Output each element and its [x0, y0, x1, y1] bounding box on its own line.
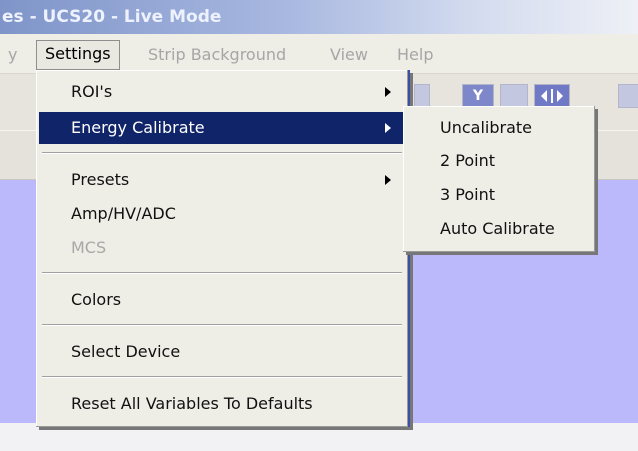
toolbar-button[interactable]	[414, 84, 430, 108]
menu-item-2-point[interactable]: 2 Point	[406, 145, 592, 177]
menu-item-amp-hv-adc[interactable]: Amp/HV/ADC	[39, 198, 405, 230]
menu-help[interactable]: Help	[397, 41, 433, 69]
menu-view[interactable]: View	[330, 41, 368, 69]
menu-item-label: MCS	[71, 238, 107, 257]
expand-arrows-icon	[541, 89, 563, 103]
menu-item-presets[interactable]: Presets	[39, 164, 405, 196]
menu-strip-background[interactable]: Strip Background	[148, 41, 286, 69]
menu-item-label: Colors	[71, 290, 122, 309]
settings-dropdown: ROI's Energy Calibrate Presets Amp/HV/AD…	[36, 70, 410, 427]
menu-item-label: Amp/HV/ADC	[71, 204, 176, 223]
toolbar-button-disabled[interactable]	[500, 84, 528, 108]
menu-item-mcs[interactable]: MCS	[39, 232, 405, 264]
menu-item-energy-calibrate[interactable]: Energy Calibrate	[39, 112, 405, 144]
menu-item-uncalibrate[interactable]: Uncalibrate	[406, 112, 592, 144]
window-title-bar: es - UCS20 - Live Mode	[0, 0, 638, 34]
toolbar-button-edge[interactable]	[618, 84, 638, 108]
menu-item-label: Reset All Variables To Defaults	[71, 394, 313, 413]
submenu-arrow-icon	[385, 123, 391, 133]
menu-item-label: Energy Calibrate	[71, 118, 205, 137]
menu-item-rois[interactable]: ROI's	[39, 76, 405, 108]
plot-bottom-strip	[0, 423, 638, 451]
energy-calibrate-submenu: Uncalibrate 2 Point 3 Point Auto Calibra…	[403, 106, 595, 252]
menu-item-3-point[interactable]: 3 Point	[406, 179, 592, 211]
menu-item-label: Presets	[71, 170, 130, 189]
menu-item-label: Select Device	[71, 342, 181, 361]
menu-item-colors[interactable]: Colors	[39, 284, 405, 316]
menu-separator	[42, 152, 402, 154]
menu-item-reset-defaults[interactable]: Reset All Variables To Defaults	[39, 388, 405, 420]
menu-partial-item[interactable]: y	[8, 41, 17, 69]
submenu-arrow-icon	[385, 87, 391, 97]
expand-arrows-button[interactable]	[534, 84, 570, 108]
menu-separator	[42, 324, 402, 326]
y-scale-button[interactable]: Y	[462, 84, 494, 108]
menu-bar: y Settings Strip Background View Help	[0, 34, 638, 74]
menu-item-select-device[interactable]: Select Device	[39, 336, 405, 368]
window-title: es - UCS20 - Live Mode	[2, 7, 222, 27]
submenu-arrow-icon	[385, 175, 391, 185]
menu-item-auto-calibrate[interactable]: Auto Calibrate	[406, 213, 592, 245]
menu-separator	[42, 272, 402, 274]
menu-item-label: ROI's	[71, 82, 113, 101]
menu-separator	[42, 376, 402, 378]
menu-settings[interactable]: Settings	[36, 40, 120, 70]
